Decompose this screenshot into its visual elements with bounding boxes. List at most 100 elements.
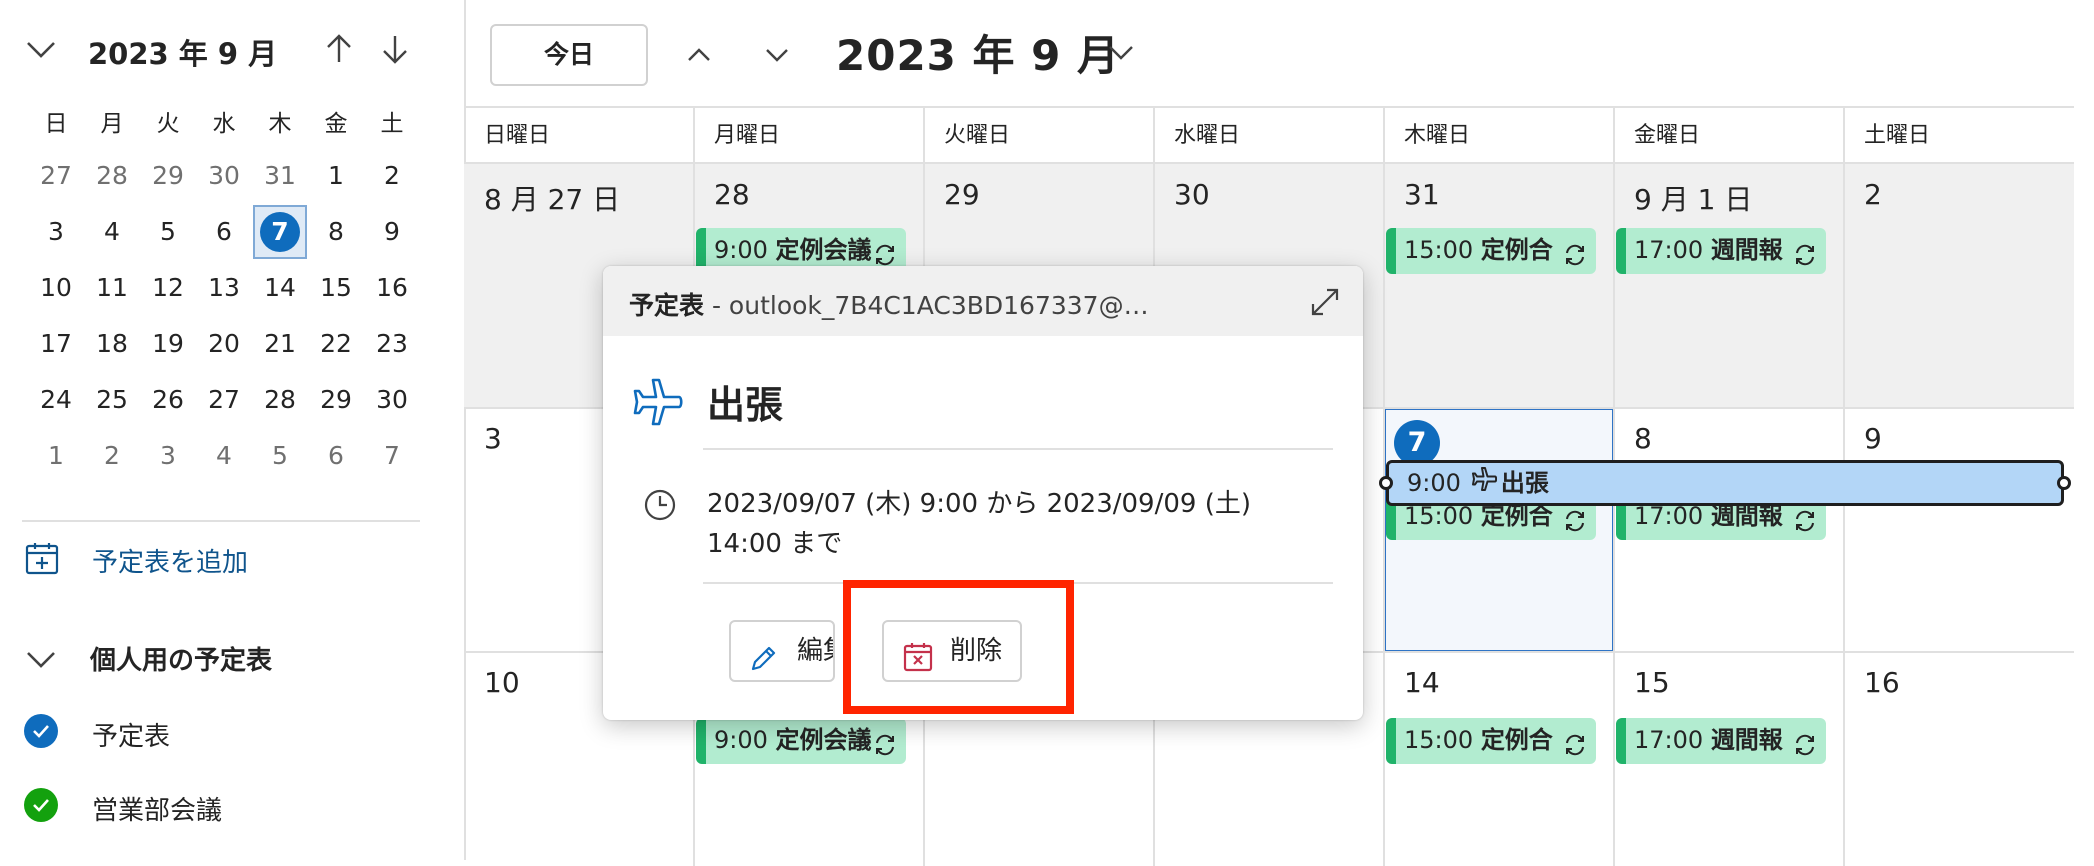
airplane-icon <box>1471 464 1498 504</box>
mini-calendar-day[interactable]: 3 <box>28 204 84 260</box>
expand-icon[interactable] <box>1309 286 1341 322</box>
personal-calendars-group[interactable]: 個人用の予定表 <box>24 636 404 680</box>
mini-calendar-day[interactable]: 17 <box>28 316 84 372</box>
weekday-header: 金曜日 <box>1634 123 1701 148</box>
calendar-event[interactable]: 15:00 定例合 <box>1386 718 1596 764</box>
mini-calendar-day[interactable]: 27 <box>196 372 252 428</box>
event-title: 出張 <box>707 383 784 427</box>
mini-calendar-day[interactable]: 1 <box>308 148 364 204</box>
checkmark-icon[interactable] <box>24 788 58 822</box>
event-time: 9:00 <box>1407 469 1461 497</box>
day-cell[interactable]: 16 <box>1844 652 2074 866</box>
today-button[interactable]: 今日 <box>490 24 648 86</box>
popup-calendar-name: 予定表 - outlook_7B4C1AC3BD167337@… <box>629 286 1279 322</box>
day-cell[interactable]: 31 <box>1384 164 1614 408</box>
resize-handle-end[interactable] <box>2057 476 2071 490</box>
chevron-down-icon <box>24 644 58 678</box>
calendar-item-label: 営業部会議 <box>92 796 223 826</box>
popup-calendar-account: - outlook_7B4C1AC3BD167337@… <box>704 291 1149 320</box>
add-calendar-button[interactable]: 予定表を追加 <box>24 538 364 582</box>
mini-calendar-day[interactable]: 21 <box>252 316 308 372</box>
mini-calendar-day-selected[interactable]: 7 <box>253 205 307 259</box>
event-title: 定例会議 <box>775 236 872 264</box>
mini-calendar-title[interactable]: 2023 年 9 月 <box>88 31 277 73</box>
calendar-event[interactable]: 17:00 週間報 <box>1616 228 1826 274</box>
mini-calendar-day[interactable]: 7 <box>364 428 420 484</box>
day-number: 8 <box>1634 422 1652 455</box>
resize-handle-start[interactable] <box>1379 476 1393 490</box>
mini-calendar-day[interactable]: 23 <box>364 316 420 372</box>
mini-calendar-day[interactable]: 2 <box>84 428 140 484</box>
mini-calendar-day[interactable]: 18 <box>84 316 140 372</box>
mini-calendar-day[interactable]: 2 <box>364 148 420 204</box>
arrow-down-icon[interactable] <box>378 32 412 66</box>
edit-label: 編集 <box>797 636 833 666</box>
mini-calendar-day[interactable]: 10 <box>28 260 84 316</box>
highlight-box <box>843 580 1074 714</box>
calendar-event[interactable]: 15:00 定例合 <box>1386 228 1596 274</box>
day-cell[interactable]: 2 <box>1844 164 2074 408</box>
sidebar-divider <box>22 520 420 522</box>
weekday-header: 月曜日 <box>714 123 781 148</box>
mini-calendar-day[interactable]: 30 <box>364 372 420 428</box>
day-cell[interactable]: 9 <box>1844 408 2074 652</box>
mini-calendar-day[interactable]: 16 <box>364 260 420 316</box>
mini-calendar-day[interactable]: 30 <box>196 148 252 204</box>
event-spacer <box>1703 236 1711 264</box>
event-title: 定例合 <box>1480 726 1553 754</box>
mini-calendar-day[interactable]: 19 <box>140 316 196 372</box>
event-time: 17:00 <box>1634 236 1704 264</box>
mini-calendar-day[interactable]: 13 <box>196 260 252 316</box>
mini-calendar-day[interactable]: 20 <box>196 316 252 372</box>
mini-calendar-day[interactable]: 28 <box>252 372 308 428</box>
checkmark-icon[interactable] <box>24 714 58 748</box>
event-spacer <box>768 236 776 264</box>
mini-calendar-day[interactable]: 5 <box>140 204 196 260</box>
event-title: 週間報 <box>1710 726 1783 754</box>
trip-event-bar[interactable]: 9:00 出張 <box>1386 460 2064 506</box>
mini-calendar-day[interactable]: 24 <box>28 372 84 428</box>
calendar-item[interactable]: 営業部会議 <box>24 784 364 828</box>
day-cell[interactable]: 9 月 1 日 <box>1614 164 1844 408</box>
mini-calendar-day[interactable]: 22 <box>308 316 364 372</box>
month-title[interactable]: 2023 年 9 月 <box>836 22 1120 83</box>
event-time: 17:00 <box>1634 726 1704 754</box>
weekday-header: 土曜日 <box>1864 123 1931 148</box>
mini-calendar-day[interactable]: 31 <box>252 148 308 204</box>
mini-calendar-day[interactable]: 6 <box>196 204 252 260</box>
mini-calendar-day[interactable]: 12 <box>140 260 196 316</box>
mini-calendar-day[interactable]: 4 <box>84 204 140 260</box>
chevron-down-icon[interactable] <box>1104 38 1138 72</box>
mini-calendar-day[interactable]: 6 <box>308 428 364 484</box>
event-time: 15:00 <box>1404 726 1474 754</box>
mini-calendar-day[interactable]: 15 <box>308 260 364 316</box>
mini-calendar-day[interactable]: 29 <box>308 372 364 428</box>
calendar-event[interactable]: 17:00 週間報 <box>1616 718 1826 764</box>
pencil-icon <box>749 636 779 680</box>
mini-calendar-day[interactable]: 11 <box>84 260 140 316</box>
event-title: 定例合 <box>1480 236 1553 264</box>
mini-calendar-day[interactable]: 28 <box>84 148 140 204</box>
mini-calendar-day[interactable]: 8 <box>308 204 364 260</box>
mini-calendar-day[interactable]: 14 <box>252 260 308 316</box>
mini-calendar-day[interactable]: 27 <box>28 148 84 204</box>
calendar-event[interactable]: 9:00 定例会議 <box>696 718 906 764</box>
next-month-icon[interactable] <box>760 40 794 70</box>
edit-button[interactable]: 編集 <box>729 620 835 682</box>
chevron-down-icon[interactable] <box>24 34 58 68</box>
mini-weekday-label: 土 <box>380 111 404 137</box>
calendar-item[interactable]: 予定表 <box>24 710 364 754</box>
mini-calendar-day[interactable]: 26 <box>140 372 196 428</box>
mini-calendar-day[interactable]: 9 <box>364 204 420 260</box>
mini-calendar-day[interactable]: 29 <box>140 148 196 204</box>
weekday-header: 木曜日 <box>1404 123 1471 148</box>
mini-calendar-day[interactable]: 25 <box>84 372 140 428</box>
mini-calendar-day[interactable]: 3 <box>140 428 196 484</box>
mini-calendar-day[interactable]: 5 <box>252 428 308 484</box>
arrow-up-icon[interactable] <box>322 32 356 66</box>
mini-calendar-day[interactable]: 1 <box>28 428 84 484</box>
mini-weekday-label: 月 <box>100 111 124 137</box>
event-time-range: 2023/09/07 (木) 9:00 から 2023/09/09 (土) 14… <box>707 489 1251 559</box>
previous-month-icon[interactable] <box>682 40 716 70</box>
mini-calendar-day[interactable]: 4 <box>196 428 252 484</box>
